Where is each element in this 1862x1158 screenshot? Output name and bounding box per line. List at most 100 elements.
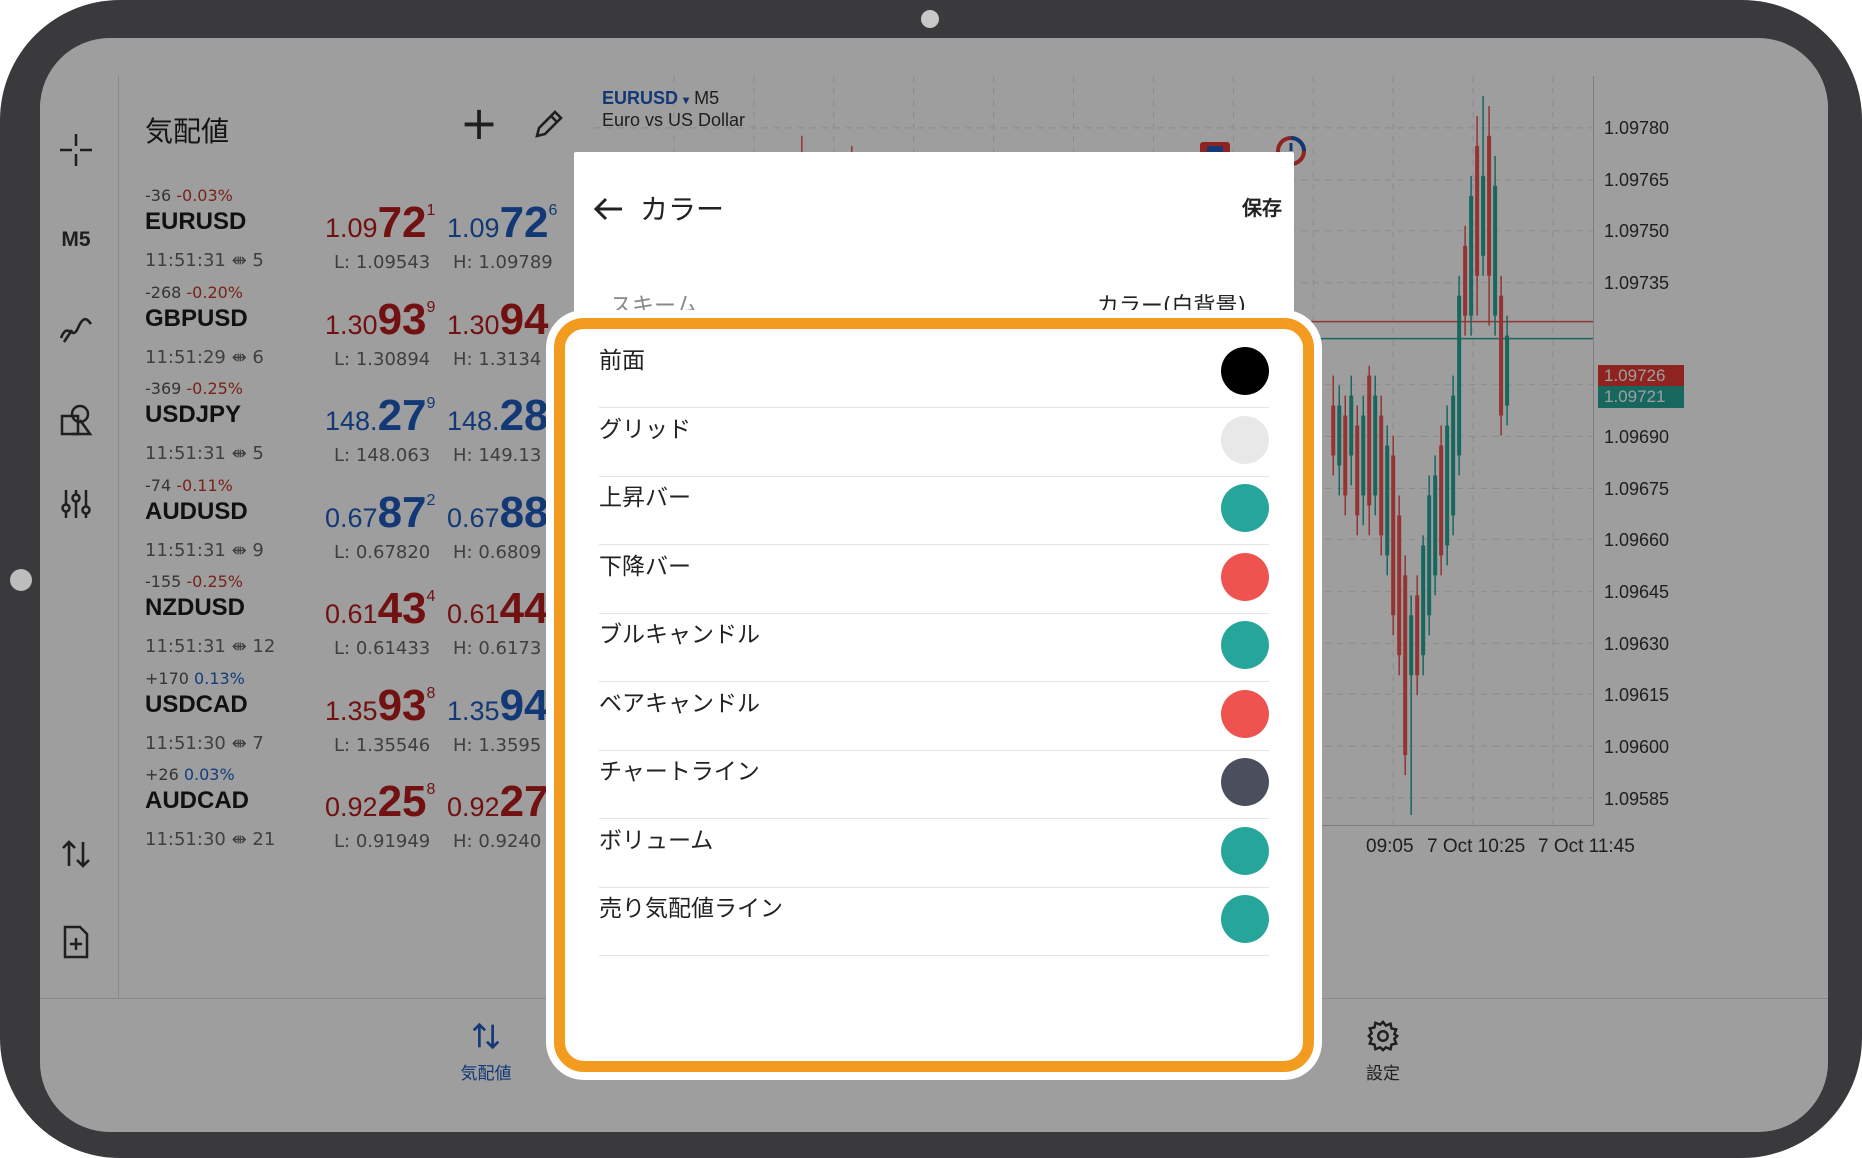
candle-body [1367,375,1372,506]
candle-body [1421,545,1426,656]
quote-time: 11:51:30 ⇼ 21 [145,829,276,850]
scheme-value[interactable]: カラー(白背景) [1097,288,1246,320]
color-setting-label: ブルキャンドル [599,622,760,648]
quote-low: L: 1.09543 [334,252,431,273]
candle-body [1469,195,1474,316]
back-arrow-icon[interactable] [592,192,626,226]
candle-body [1433,475,1438,576]
color-swatch[interactable] [1221,552,1269,601]
price-tick: 1.09690 [1604,427,1670,447]
quote-change: -155 -0.25% [145,572,244,591]
color-swatch[interactable] [1221,621,1269,669]
color-swatch[interactable] [1221,689,1269,738]
candle-body [1409,615,1414,676]
spread-icon: ⇼ [231,346,247,368]
bid-price: 1.35938 [325,680,436,730]
price-tick: 1.09660 [1604,530,1670,550]
left-toolbar: M5 [40,38,118,998]
bid-price: 0.92258 [325,777,436,826]
candle-body [1397,515,1402,656]
quote-symbol: USDCAD [145,690,248,718]
quote-low: L: 0.91949 [334,831,431,852]
candle-body [1457,295,1462,456]
dialog-title: カラー [640,193,725,226]
indicator-icon[interactable] [50,304,102,356]
price-tick: 1.09585 [1604,789,1670,809]
ask-price-tag: 1.09721 [1598,386,1684,408]
objects-icon[interactable] [50,394,102,446]
tab-settings-label: 設定 [1366,1064,1400,1084]
color-setting-label: 売り気配値ライン [599,896,783,922]
time-tick: 09:05 [1366,836,1414,857]
chart-symbol[interactable]: EURUSD ▾ M5 [602,88,719,109]
candle-body [1475,145,1480,276]
new-order-icon[interactable] [50,916,102,968]
quote-change: -74 -0.11% [145,475,233,495]
bid-price: 0.61434 [325,584,436,633]
spread-icon: ⇼ [231,732,247,754]
tab-quotes[interactable]: 気配値 [426,1019,546,1084]
candle-body [1505,335,1510,406]
quote-row[interactable]: +26 0.03% AUDCAD 11:51:30 ⇼ 21 0.92258 0.922… [119,755,595,870]
candle-body [1415,595,1420,676]
quote-symbol: NZDUSD [145,594,245,621]
candle-body [1499,295,1504,416]
quote-time: 11:51:29 ⇼ 6 [145,346,264,368]
candle-body [1349,395,1354,456]
save-button[interactable]: 保存 [1242,192,1282,221]
side-dot [10,569,32,591]
color-swatch[interactable] [1221,758,1269,806]
color-swatch[interactable] [1221,484,1269,532]
quotes-header: 気配値 + [119,76,594,176]
bid-price-tag: 1.09726 [1598,365,1684,387]
price-tick: 1.09645 [1604,582,1670,602]
price-tick: 1.09600 [1604,737,1670,757]
timeframe-button[interactable]: M5 [50,214,102,266]
quote-low: L: 0.67820 [334,541,431,563]
color-swatch[interactable] [1221,347,1269,395]
quotes-panel: 気配値 + -36 -0.03% EURUSD 11:51:31 ⇼ 5 1.0972… [118,76,594,998]
scheme-label: スキーム [610,294,698,319]
color-setting-row[interactable]: 売り気配値ライン [599,875,1269,956]
price-tick: 1.09735 [1604,273,1670,293]
quote-change: -36 -0.03% [145,186,233,205]
price-tick: 1.09750 [1604,221,1670,241]
candle-body [1445,425,1450,546]
candle-body [1463,245,1468,316]
spread-icon: ⇼ [231,829,247,850]
chart-symbol-dropdown: ▾ [683,93,690,107]
color-swatch[interactable] [1221,415,1269,464]
quote-low: L: 0.61433 [334,638,431,659]
tablet-frame: M5 気配値 + -36 -0.03% EURUSD 11:51:31 ⇼ 5 … [0,0,1862,1158]
candle-body [1403,575,1408,756]
quote-change: +26 0.03% [145,765,235,784]
crosshair-icon[interactable] [50,124,102,176]
timeframe-label: M5 [61,228,91,251]
candle-body [1355,425,1360,516]
trade-arrows-icon[interactable] [50,828,102,880]
quote-time: 11:51:31 ⇼ 5 [145,250,264,271]
color-swatch[interactable] [1221,895,1269,943]
candle-body [1331,405,1336,456]
bid-price: 148.279 [325,391,436,440]
quote-symbol: AUDUSD [145,497,248,525]
candle-body [1337,405,1342,466]
spread-icon: ⇼ [231,250,247,271]
time-tick: 7 Oct 11:45 [1538,836,1635,857]
price-tick: 1.09630 [1604,634,1670,654]
pencil-icon[interactable] [529,104,573,148]
candle-body [1379,415,1384,536]
color-setting-label: グリッド [599,416,691,443]
tab-settings[interactable]: 設定 [1323,1019,1443,1084]
chart-symbol-name: EURUSD [602,88,679,108]
spread-icon: ⇼ [231,539,247,561]
price-tick: 1.09675 [1604,479,1670,499]
settings-sliders-icon[interactable] [50,478,102,530]
add-symbol-button[interactable]: + [454,100,504,150]
candle-body [1487,135,1492,276]
color-swatch[interactable] [1221,826,1269,875]
candle-body [1361,415,1366,496]
color-setting-label: チャートライン [599,759,760,785]
price-tick: 1.09615 [1604,685,1670,705]
price-tick: 1.09765 [1604,170,1670,190]
